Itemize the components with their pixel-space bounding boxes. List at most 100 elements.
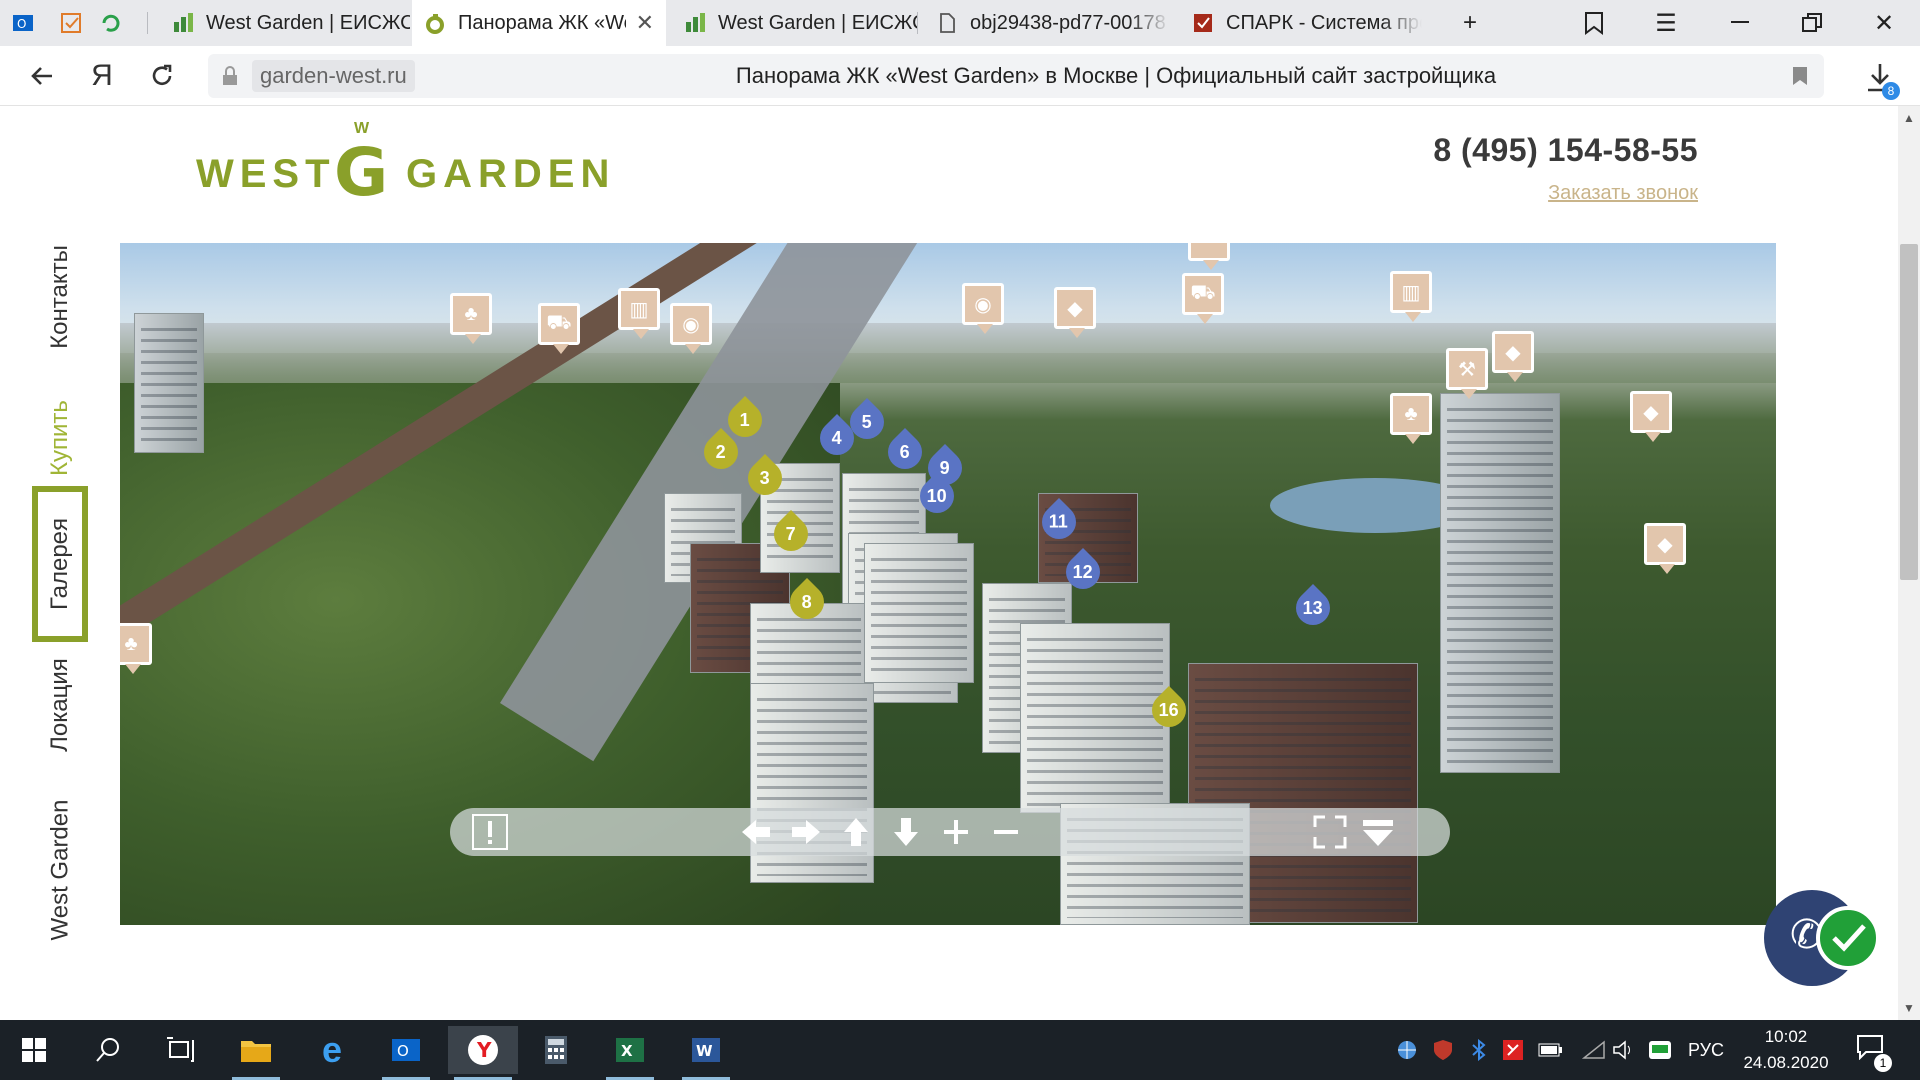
sber-badge-icon[interactable]	[1816, 906, 1880, 970]
reload-button[interactable]	[142, 56, 182, 96]
outlook-button[interactable]: O	[376, 1026, 436, 1080]
park-poi-icon[interactable]: ♣	[450, 293, 492, 344]
yandex-button[interactable]: Я	[82, 56, 122, 96]
info-button[interactable]	[470, 812, 510, 852]
education-poi-icon[interactable]: ◆	[1644, 523, 1686, 574]
scroll-up-icon[interactable]: ▲	[1898, 108, 1920, 128]
minimize-icon[interactable]	[1710, 0, 1770, 46]
logo-text-west: WEST	[196, 152, 336, 196]
tab-pinned-tasks[interactable]	[48, 0, 88, 46]
nav-west-garden[interactable]: West Garden	[30, 790, 90, 950]
callback-link[interactable]: Заказать звонок	[1480, 182, 1698, 205]
building-marker[interactable]: 13	[1288, 583, 1338, 633]
security-shield-icon[interactable]	[1432, 1038, 1454, 1062]
input-language[interactable]: РУС	[1688, 1038, 1724, 1062]
back-button[interactable]	[22, 56, 62, 96]
tab-eisjs-1[interactable]: West Garden | ЕИСЖС	[160, 0, 410, 46]
notification-count: 1	[1874, 1054, 1892, 1072]
park-poi-icon[interactable]: ♣	[120, 623, 152, 674]
marker-number: 11	[1049, 511, 1069, 532]
tab-pinned-outlook[interactable]: O	[0, 0, 48, 46]
pan-right-button[interactable]	[786, 812, 826, 852]
volume-icon[interactable]	[1612, 1038, 1636, 1062]
search-icon	[96, 1038, 119, 1062]
marker-number: 5	[861, 411, 873, 432]
calculator-button[interactable]	[526, 1026, 586, 1074]
pan-left-button[interactable]	[736, 812, 776, 852]
tasks-icon	[60, 12, 82, 34]
pan-down-button[interactable]	[886, 812, 926, 852]
education-poi-icon[interactable]: ◆	[1630, 391, 1672, 442]
tab-eisjs-2[interactable]: West Garden | ЕИСЖС	[672, 0, 918, 46]
windows-taskbar: e O Y X W РУС 10:02 24.08.2020 1	[0, 1020, 1920, 1080]
restore-icon[interactable]	[1782, 0, 1842, 46]
tab-panorama[interactable]: Панорама ЖК «West Garden» ✕	[412, 0, 666, 46]
file-explorer-button[interactable]	[226, 1026, 286, 1080]
bookmark-icon[interactable]	[1792, 66, 1808, 86]
fullscreen-button[interactable]	[1310, 812, 1350, 852]
excel-button[interactable]: X	[600, 1026, 660, 1080]
nav-gallery[interactable]: Галерея	[32, 486, 88, 642]
location-poi-icon[interactable]: ◉	[962, 283, 1004, 334]
new-tab-button[interactable]: +	[1440, 0, 1500, 46]
tab-pinned-refresh-app[interactable]	[88, 0, 148, 46]
wifi-icon[interactable]	[1582, 1038, 1606, 1062]
library-poi-icon[interactable]: ▥	[1390, 271, 1432, 322]
scroll-thumb[interactable]	[1900, 244, 1918, 580]
shopping-cart-poi-icon[interactable]: ⛟	[538, 303, 580, 354]
marker-number: 12	[1072, 561, 1094, 582]
fullscreen-icon	[1313, 815, 1347, 849]
location-poi-icon[interactable]: ◉	[670, 303, 712, 354]
nav-location[interactable]: Локация	[30, 650, 90, 760]
minus-icon	[994, 830, 1018, 834]
internet-explorer-button[interactable]: e	[302, 1026, 362, 1074]
education-poi-icon[interactable]: ◆	[1492, 331, 1534, 382]
tab-label: West Garden | ЕИСЖС	[718, 11, 918, 34]
marker-number: 4	[831, 427, 843, 448]
marker-number: 2	[715, 441, 727, 462]
close-tab-icon[interactable]: ✕	[636, 10, 654, 36]
building-marker[interactable]: 6	[880, 427, 930, 477]
bookmarks-panel-icon[interactable]	[1564, 0, 1624, 46]
bluetooth-icon[interactable]	[1470, 1038, 1488, 1062]
phone-number[interactable]: 8 (495) 154-58-55	[1400, 132, 1698, 169]
site-logo[interactable]: WEST W G GARDEN	[196, 120, 609, 211]
close-window-icon[interactable]: ✕	[1854, 0, 1914, 46]
lock-icon	[223, 66, 237, 85]
scroll-down-icon[interactable]: ▼	[1898, 998, 1920, 1018]
zoom-out-button[interactable]	[986, 812, 1026, 852]
nav-buy[interactable]: Купить	[30, 388, 90, 488]
task-view-button[interactable]	[150, 1026, 210, 1074]
library-poi-icon[interactable]: ▥	[618, 288, 660, 339]
hide-controls-button[interactable]	[1358, 812, 1398, 852]
sber-tray-icon[interactable]	[1648, 1038, 1672, 1062]
education-poi-icon[interactable]: ◆	[1054, 287, 1096, 338]
tab-spark[interactable]: СПАРК - Система профессионального анализ…	[1180, 0, 1422, 46]
poi-marker-icon[interactable]	[1188, 243, 1230, 270]
menu-icon[interactable]: ☰	[1636, 0, 1696, 46]
address-bar: Я garden-west.ru Панорама ЖК «West Garde…	[0, 46, 1920, 106]
spark-icon	[1192, 12, 1214, 34]
arrow-right-icon	[792, 820, 820, 844]
word-button[interactable]: W	[676, 1026, 736, 1080]
omnibox[interactable]: garden-west.ru Панорама ЖК «West Garden»…	[208, 54, 1824, 98]
search-button[interactable]	[78, 1026, 138, 1074]
domain-chip[interactable]: garden-west.ru	[252, 60, 415, 92]
nav-contacts[interactable]: Контакты	[30, 232, 90, 362]
system-clock[interactable]: 10:02 24.08.2020	[1740, 1024, 1832, 1076]
shopping-cart-poi-icon[interactable]: ⛟	[1182, 273, 1224, 324]
antivirus-icon[interactable]	[1502, 1038, 1524, 1062]
panorama-viewer[interactable]: 1 2 3 4 5 6 7 8 9 10 11 12 13 16 ♣ ⛟ ▥ ◉…	[120, 243, 1776, 925]
zoom-in-button[interactable]	[936, 812, 976, 852]
start-button[interactable]	[4, 1026, 64, 1074]
battery-icon[interactable]	[1538, 1038, 1564, 1062]
fitness-poi-icon[interactable]: ⚒	[1446, 348, 1488, 399]
marker-number: 6	[899, 441, 911, 462]
tab-document[interactable]: obj29438-pd77-00178	[924, 0, 1170, 46]
park-poi-icon[interactable]: ♣	[1390, 393, 1432, 444]
network-globe-icon[interactable]	[1396, 1038, 1418, 1062]
pan-up-button[interactable]	[836, 812, 876, 852]
marker-number: 3	[759, 467, 771, 488]
yandex-browser-button[interactable]: Y	[448, 1026, 518, 1080]
svg-text:O: O	[17, 17, 26, 31]
